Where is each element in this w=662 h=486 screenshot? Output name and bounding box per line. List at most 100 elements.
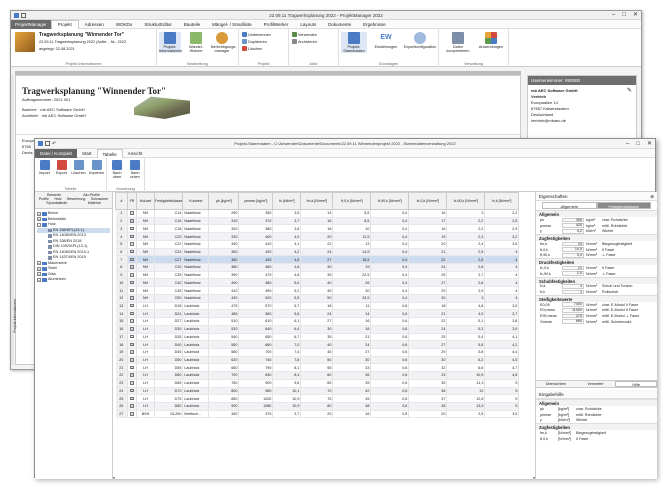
maximize-icon[interactable]: □ (622, 11, 626, 20)
menu-item[interactable]: ProfilWerker (258, 22, 295, 27)
stammdaten-button[interactable]: Projekt-Stammdaten (341, 32, 367, 54)
property-input[interactable]: 370 (562, 313, 584, 319)
row-checkbox[interactable]: ✓ (130, 211, 134, 215)
table-row[interactable]: 15 ✓ LH D27 Laubholz 510 610 6,1 27 16 0,6 22 5,1 3,8 (115, 317, 520, 326)
row-checkbox[interactable]: ✓ (130, 358, 134, 362)
column-header[interactable]: # (115, 192, 128, 210)
menu-item[interactable]: Layouts (294, 22, 322, 27)
row-checkbox[interactable]: ✓ (130, 265, 134, 269)
table-cell[interactable]: ✓ (127, 302, 137, 311)
close-icon-2[interactable]: ✕ (647, 139, 652, 149)
pin-icon[interactable]: ⊕ (650, 192, 657, 201)
column-header[interactable]: ft,0,k [N/mm²] (332, 192, 372, 210)
row-checkbox[interactable]: ✓ (130, 412, 134, 416)
table-row[interactable]: 2 ✓ NH C16 Nadelholz 310 370 3,7 16 8,5 0,4 17 2,2 2,… (115, 217, 520, 226)
expand-icon[interactable]: + (37, 211, 41, 216)
berechtigungen-button[interactable]: Berechtigungs-manager (211, 32, 237, 53)
menu-item[interactable]: Tabelle (96, 148, 123, 158)
property-input[interactable]: 420 (562, 223, 584, 228)
menu-item[interactable]: Mängel- / Sündiliste (206, 22, 258, 27)
table-row[interactable]: 11 ✓ NH C45 Nadelholz 410 490 5,2 45 30 0,4 29 2,9 4 (115, 286, 520, 295)
table-row[interactable]: 22 ✓ LH D60 Laubholz 700 840 8,4 60 36 0,6 33 10,5 4,… (115, 371, 520, 380)
table-cell[interactable]: ✓ (127, 294, 137, 303)
table-cell[interactable]: ✓ (127, 224, 137, 234)
row-checkbox[interactable]: ✓ (130, 365, 134, 370)
row-checkbox[interactable]: ✓ (130, 257, 134, 262)
table-cell[interactable]: ✓ (127, 348, 137, 357)
row-checkbox[interactable]: ✓ (130, 311, 134, 316)
table-row[interactable]: 9 ✓ NH C35 Nadelholz 390 470 4,8 35 22,5 0,4 25 2,7 4 (115, 271, 520, 280)
table-cell[interactable]: ✓ (127, 317, 137, 326)
table-cell[interactable]: ✓ (127, 394, 137, 403)
table-cell[interactable]: ✓ (127, 333, 137, 342)
row-checkbox[interactable]: ✓ (130, 388, 134, 393)
row-checkbox[interactable]: ✓ (130, 280, 134, 285)
row-checkbox[interactable]: ✓ (130, 319, 134, 323)
table-row[interactable]: 25 ✓ LH D75 Laubholz 850 1020 10,9 75 45 0,6 37 12,8… (115, 394, 520, 403)
row-checkbox[interactable]: ✓ (130, 242, 134, 246)
row-checkbox[interactable]: ✓ (130, 334, 134, 339)
umbenennen-button[interactable]: Umbenennen (242, 32, 271, 37)
table-row[interactable]: 4 ✓ NH C20 Nadelholz 330 400 4,0 20 11,5 0,4 19 2,3 3… (115, 232, 520, 241)
property-input[interactable]: 0,4 (562, 252, 584, 258)
einstellungen-button[interactable]: EW Einstellungen (371, 32, 401, 49)
menu-item[interactable]: Ergebnisse (357, 22, 392, 27)
archivieren-button[interactable]: Archivieren (292, 39, 317, 44)
projekt-info-button[interactable]: Projekt-Informationen (159, 32, 182, 54)
row-checkbox[interactable]: ✓ (130, 226, 134, 231)
expand-icon[interactable]: + (37, 277, 41, 282)
property-input[interactable]: 4 (562, 284, 584, 289)
property-input[interactable]: 21 (562, 265, 584, 271)
column-header[interactable]: fv,k [N/mm²] (484, 192, 520, 210)
minimize-icon-2[interactable]: – (626, 139, 629, 149)
menu-item[interactable]: Dokumente (322, 22, 357, 27)
column-header[interactable]: ft,90,k [N/mm²] (370, 192, 410, 210)
wandel-button[interactable]: Wandel-Historie (185, 32, 207, 53)
table-cell[interactable]: ✓ (127, 248, 137, 257)
kopieren-button[interactable]: Kopieren (87, 160, 106, 175)
nach-oben-button[interactable]: Nach oben (108, 160, 126, 179)
properties-tab[interactable]: Allgemein (542, 202, 597, 209)
table-row[interactable]: 6 ✓ NH C24 Nadelholz 350 420 4,2 24 14,5 0,4 21 2,5 4 (115, 248, 520, 257)
table-cell[interactable]: ✓ (127, 325, 137, 334)
table-row[interactable]: 16 ✓ LH D30 Laubholz 530 640 6,4 30 18 0,6 24 5,3 3,9 (115, 325, 520, 334)
table-row[interactable]: 13 ✓ LH D18 Laubholz 475 570 5,7 18 11 0,6 18 4,8 3,5 (115, 302, 520, 311)
table-cell[interactable]: ✓ (127, 410, 137, 419)
table-row[interactable]: 18 ✓ LH D40 Laubholz 550 660 7,0 40 24 0,6 27 5,5 4,2 (115, 340, 520, 349)
property-input[interactable]: 2,5 (562, 271, 584, 276)
table-cell[interactable]: ✓ (127, 240, 137, 249)
expand-icon[interactable]: + (37, 266, 41, 271)
table-row[interactable]: 27 ✓ BSH GL20h Brettsch... 340 370 3,7 20 16 0,5 20… (115, 410, 520, 419)
expand-icon[interactable]: + (37, 217, 41, 222)
table-cell[interactable]: ✓ (127, 371, 137, 380)
property-input[interactable]: 690 (562, 319, 584, 325)
property-input[interactable]: 4,2 (562, 228, 584, 234)
table-row[interactable]: 14 ✓ LH D24 Laubholz 485 580 5,8 24 14 0,6 21 4,9 3,7 (115, 309, 520, 319)
expand-icon[interactable]: + (37, 272, 41, 277)
table-cell[interactable]: ✓ (127, 387, 137, 396)
save-icon[interactable] (21, 13, 26, 18)
table-cell[interactable]: ✓ (127, 209, 137, 218)
row-checkbox[interactable]: ✓ (130, 288, 134, 293)
column-header[interactable]: fc [kN/m²] (272, 192, 302, 210)
table-cell[interactable]: ✓ (127, 340, 137, 349)
table-cell[interactable]: ✓ (127, 271, 137, 280)
menu-item[interactable]: Start (77, 149, 97, 158)
row-checkbox[interactable]: ✓ (130, 404, 134, 408)
column-header[interactable]: FR (127, 192, 137, 210)
side-label[interactable]: Projekt-Informationen (13, 299, 17, 332)
verwenden-button[interactable]: Verwenden (292, 32, 317, 37)
table-row[interactable]: 8 ✓ NH C30 Nadelholz 380 460 4,6 30 19 0,4 24 2,6 4 (115, 263, 520, 272)
loeschen-button[interactable]: Löschen (242, 46, 262, 51)
table-row[interactable]: 26 ✓ LH D80 Laubholz 900 1080 10,9 80 48 0,6 38 13,5… (115, 402, 520, 411)
table-cell[interactable]: ✓ (127, 255, 137, 265)
property-input[interactable]: 7400 (562, 302, 584, 308)
column-header[interactable]: Kurztext (182, 192, 210, 210)
undo-icon[interactable]: ↶ (52, 139, 56, 149)
row-checkbox[interactable]: ✓ (130, 396, 134, 401)
card-email[interactable]: vertrieb@mbaec.de (531, 118, 633, 124)
column-header[interactable]: fc,0,k [N/mm²] (408, 192, 448, 210)
table-cell[interactable]: ✓ (127, 217, 137, 226)
nach-unten-button[interactable]: Nach unten (126, 160, 144, 179)
table-cell[interactable]: ✓ (127, 402, 137, 411)
